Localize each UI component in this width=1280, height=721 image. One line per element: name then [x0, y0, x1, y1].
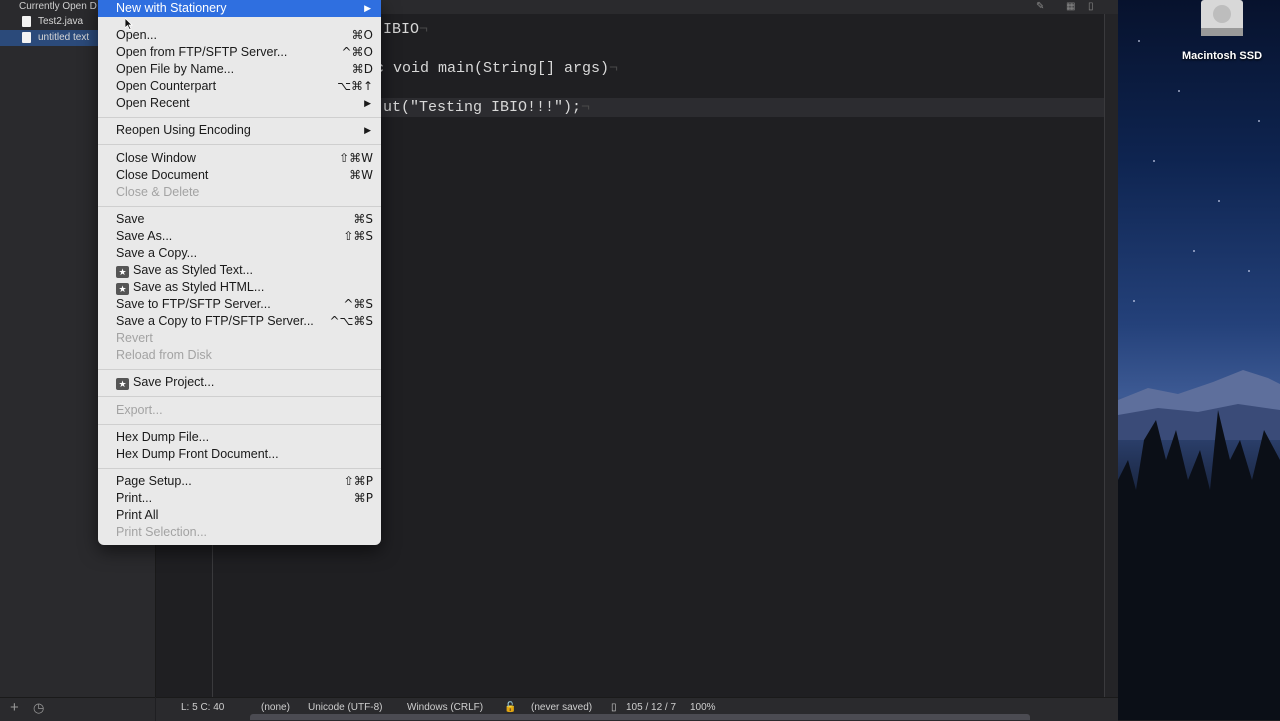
code-line-2: c void main(String[] args)¬: [375, 60, 619, 77]
vertical-scrollbar[interactable]: [1105, 14, 1118, 697]
menu-item-reopen-using-encoding[interactable]: Reopen Using Encoding ▶: [98, 122, 381, 139]
star-icon: ★: [116, 378, 129, 390]
menu-item-close-and-delete: Close & Delete: [116, 185, 200, 199]
menu-item-revert: Revert: [116, 331, 153, 345]
disk-label[interactable]: Macintosh SSD: [1170, 50, 1274, 62]
menu-item-open-file-by-name[interactable]: Open File by Name... ⌘D: [98, 61, 381, 78]
code-line-1: IBIO¬: [383, 21, 429, 38]
mouse-pointer-icon: [125, 18, 133, 30]
trees-silhouette: [1118, 410, 1280, 720]
menu-item-save-as-styled-text[interactable]: ★ Save as Styled Text...: [98, 262, 381, 279]
star-icon: ★: [116, 266, 129, 278]
menu-item-save[interactable]: Save ⌘S: [98, 211, 381, 228]
language-popup[interactable]: (none): [261, 702, 290, 713]
menu-separator: [98, 424, 381, 425]
menu-item-save-to-ftp[interactable]: Save to FTP/SFTP Server... ^⌘S: [98, 296, 381, 313]
menu-separator: [98, 144, 381, 145]
submenu-arrow-icon: ▶: [364, 125, 371, 135]
dock-edge: [250, 714, 1030, 720]
encoding-popup[interactable]: Unicode (UTF-8): [308, 702, 382, 713]
submenu-arrow-icon: ▶: [364, 3, 371, 13]
java-file-icon: [22, 16, 31, 27]
sidebar-item-label: untitled text: [38, 32, 90, 43]
add-icon[interactable]: +: [10, 699, 19, 716]
menu-separator: [98, 369, 381, 370]
menu-item-print-all[interactable]: Print All: [98, 507, 381, 524]
document-counts[interactable]: 105 / 12 / 7: [626, 702, 676, 713]
menu-separator: [98, 468, 381, 469]
menu-item-reload-from-disk: Reload from Disk: [116, 348, 212, 362]
file-menu: New with Stationery ▶ Open... ⌘O Open from…: [98, 0, 381, 545]
document-stats-icon: ▯: [611, 702, 617, 713]
menu-item-save-project[interactable]: ★ Save Project...: [98, 374, 381, 391]
menu-item-close-document[interactable]: Close Document ⌘W: [98, 167, 381, 184]
menu-item-print[interactable]: Print... ⌘P: [98, 490, 381, 507]
recent-history-icon[interactable]: ◷: [33, 700, 44, 716]
menu-item-close-window[interactable]: Close Window ⇧⌘W: [98, 150, 381, 167]
menu-item-hex-dump-file[interactable]: Hex Dump File...: [98, 429, 381, 446]
desktop-background: [1118, 0, 1280, 720]
save-state: (never saved): [531, 702, 593, 713]
line-endings-popup[interactable]: Windows (CRLF): [407, 702, 483, 713]
zoom-popup[interactable]: 100%: [690, 702, 716, 713]
menu-item-save-as-styled-html[interactable]: ★ Save as Styled HTML...: [98, 279, 381, 296]
menu-item-open-counterpart[interactable]: Open Counterpart ⌥⌘↑: [98, 78, 381, 95]
menu-item-hex-dump-front-document[interactable]: Hex Dump Front Document...: [98, 446, 381, 463]
hard-drive-icon[interactable]: [1197, 0, 1247, 40]
menu-item-save-copy-to-ftp[interactable]: Save a Copy to FTP/SFTP Server... ^⌥⌘S: [98, 313, 381, 330]
text-file-icon: [22, 32, 31, 43]
pencil-icon[interactable]: ✎: [1036, 0, 1044, 14]
star-icon: ★: [116, 283, 129, 295]
menu-item-print-selection: Print Selection...: [116, 525, 208, 539]
submenu-arrow-icon: ▶: [364, 98, 371, 108]
sidebar-item-label: Test2.java: [38, 16, 84, 27]
menu-separator: [98, 206, 381, 207]
document-icon[interactable]: ▯: [1088, 0, 1094, 14]
sidebar-bottom-bar: + ◷: [0, 697, 155, 721]
cursor-position[interactable]: L: 5 C: 40: [181, 702, 224, 713]
code-line-3: ut("Testing IBIO!!!");¬: [383, 99, 591, 116]
menu-separator: [98, 117, 381, 118]
menu-item-open-ftp[interactable]: Open from FTP/SFTP Server... ^⌘O: [98, 44, 381, 61]
menu-item-page-setup[interactable]: Page Setup... ⇧⌘P: [98, 473, 381, 490]
menu-item-save-a-copy[interactable]: Save a Copy...: [98, 245, 381, 262]
function-menu-icon[interactable]: ▦: [1066, 0, 1075, 14]
menu-item-export: Export...: [116, 403, 163, 417]
lock-icon[interactable]: 🔓: [504, 702, 516, 713]
menu-item-open[interactable]: Open... ⌘O: [98, 27, 381, 44]
menu-separator: [98, 396, 381, 397]
menu-item-open-recent[interactable]: Open Recent ▶: [98, 95, 381, 112]
menu-item-new-with-stationery[interactable]: New with Stationery ▶: [98, 0, 381, 17]
menu-item-save-as[interactable]: Save As... ⇧⌘S: [98, 228, 381, 245]
